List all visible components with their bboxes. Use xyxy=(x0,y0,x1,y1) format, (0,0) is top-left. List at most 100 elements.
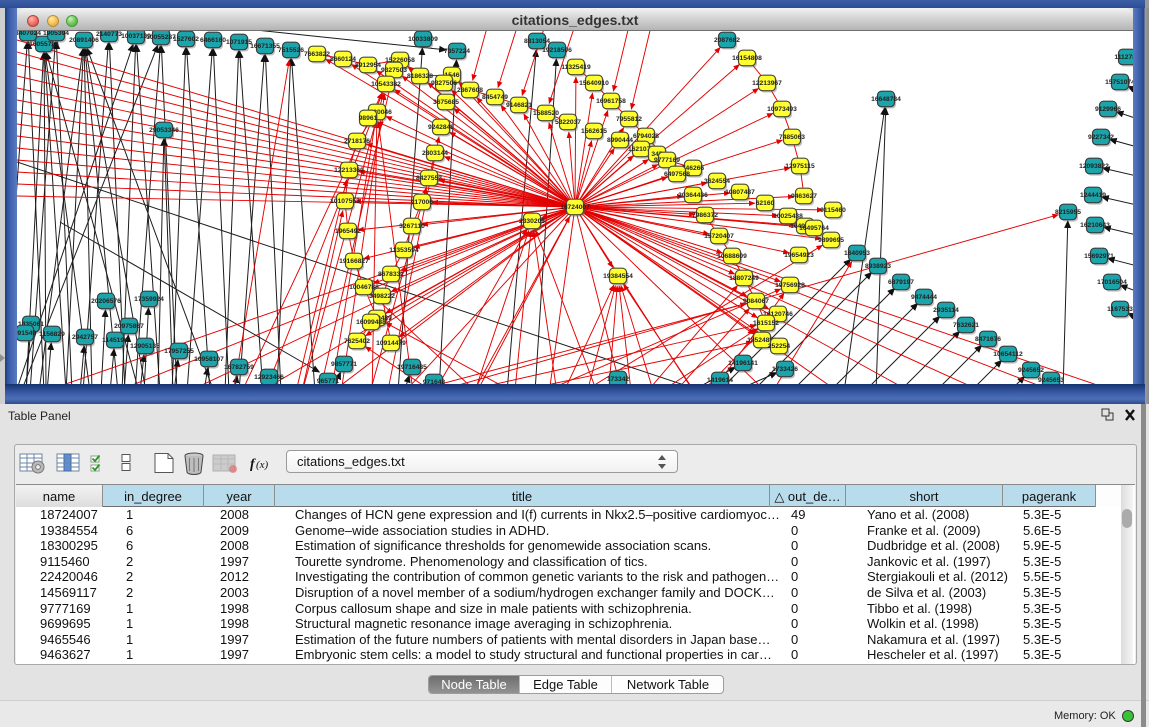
svg-text:8813054: 8813054 xyxy=(524,38,550,45)
svg-text:6497568: 6497568 xyxy=(664,171,690,178)
svg-text:15720407: 15720407 xyxy=(704,233,734,240)
svg-text:8660124: 8660124 xyxy=(330,56,356,63)
svg-text:3498222: 3498222 xyxy=(369,293,395,300)
svg-text:9245653: 9245653 xyxy=(1038,377,1064,384)
svg-text:252254: 252254 xyxy=(768,343,791,350)
svg-text:1905394: 1905394 xyxy=(43,31,69,37)
svg-text:3624554: 3624554 xyxy=(704,178,730,185)
svg-text:391549: 391549 xyxy=(17,330,36,337)
svg-text:3675685: 3675685 xyxy=(433,99,459,106)
svg-text:16782759: 16782759 xyxy=(224,364,254,371)
svg-text:10914479: 10914479 xyxy=(376,340,406,347)
svg-text:2803144: 2803144 xyxy=(422,150,448,157)
svg-text:9899695: 9899695 xyxy=(818,237,844,244)
svg-text:117006: 117006 xyxy=(411,199,433,206)
svg-text:1965492: 1965492 xyxy=(335,228,361,235)
svg-text:12905135: 12905135 xyxy=(130,343,160,350)
svg-text:10973493: 10973493 xyxy=(767,106,797,113)
svg-text:19716485: 19716485 xyxy=(397,364,427,371)
svg-text:14196141: 14196141 xyxy=(728,360,758,367)
svg-text:18724007: 18724007 xyxy=(560,204,590,211)
svg-text:1615152: 1615152 xyxy=(753,320,779,327)
svg-text:7986372: 7986372 xyxy=(692,212,718,219)
svg-text:5322037: 5322037 xyxy=(555,119,581,126)
svg-text:16648784: 16648784 xyxy=(871,96,901,103)
svg-text:2140773: 2140773 xyxy=(96,31,122,38)
svg-text:9084067: 9084067 xyxy=(743,298,769,305)
svg-text:2330205: 2330205 xyxy=(519,218,545,225)
svg-text:8454749: 8454749 xyxy=(482,94,508,101)
svg-text:16154808: 16154808 xyxy=(732,55,762,62)
svg-text:17359924: 17359924 xyxy=(134,296,164,303)
svg-text:1112782: 1112782 xyxy=(1114,54,1133,61)
svg-text:2718176: 2718176 xyxy=(344,138,370,145)
svg-text:10688609: 10688609 xyxy=(717,253,747,260)
svg-text:8471676: 8471676 xyxy=(975,336,1001,343)
svg-text:3267110: 3267110 xyxy=(399,223,425,230)
svg-text:12923466: 12923466 xyxy=(254,374,284,381)
svg-text:9227342: 9227342 xyxy=(1088,134,1114,141)
svg-text:7632621: 7632621 xyxy=(953,322,979,329)
svg-text:1145194: 1145194 xyxy=(102,337,128,344)
svg-text:9242848: 9242848 xyxy=(428,124,454,131)
svg-text:17957255: 17957255 xyxy=(164,348,194,355)
svg-text:18807249: 18807249 xyxy=(729,275,759,282)
svg-text:9115460: 9115460 xyxy=(820,207,846,214)
svg-text:2942757: 2942757 xyxy=(72,334,98,341)
svg-text:10654112: 10654112 xyxy=(993,351,1023,358)
svg-text:98961: 98961 xyxy=(359,115,378,122)
svg-text:16671355: 16671355 xyxy=(250,43,280,50)
svg-text:8912954: 8912954 xyxy=(355,62,381,69)
svg-text:1419614: 1419614 xyxy=(707,377,733,384)
svg-text:12213369: 12213369 xyxy=(334,167,364,174)
svg-text:11353594: 11353594 xyxy=(389,247,419,254)
svg-text:12975115: 12975115 xyxy=(785,163,815,170)
svg-text:15692971: 15692971 xyxy=(1084,253,1114,260)
svg-text:8215955: 8215955 xyxy=(1055,209,1081,216)
svg-text:9474444: 9474444 xyxy=(911,294,937,301)
svg-text:20364436: 20364436 xyxy=(678,192,708,199)
svg-text:1071915: 1071915 xyxy=(226,39,252,46)
svg-text:1244419: 1244419 xyxy=(1080,192,1106,199)
svg-text:7357224: 7357224 xyxy=(444,48,470,55)
svg-text:7485063: 7485063 xyxy=(779,134,805,141)
svg-text:6466160: 6466160 xyxy=(200,37,226,44)
svg-text:19384554: 19384554 xyxy=(603,273,633,280)
svg-text:1167533: 1167533 xyxy=(1107,306,1133,313)
svg-text:20206576: 20206576 xyxy=(91,298,121,305)
svg-text:971648: 971648 xyxy=(423,379,446,384)
svg-text:9327506: 9327506 xyxy=(431,80,457,87)
svg-text:17016504: 17016504 xyxy=(1097,279,1127,286)
svg-text:2935114: 2935114 xyxy=(933,307,959,314)
svg-text:9245652: 9245652 xyxy=(1018,367,1044,374)
svg-text:11325419: 11325419 xyxy=(561,64,591,71)
svg-text:9777169: 9777169 xyxy=(654,157,680,164)
svg-text:20975867: 20975867 xyxy=(114,323,144,330)
svg-text:9463627: 9463627 xyxy=(791,193,817,200)
svg-text:10033809: 10033809 xyxy=(408,36,438,43)
svg-text:10107553: 10107553 xyxy=(330,198,360,205)
svg-text:1527602: 1527602 xyxy=(173,36,199,43)
svg-text:10958107: 10958107 xyxy=(194,356,224,363)
svg-text:1588520: 1588520 xyxy=(533,110,559,117)
svg-text:8186328: 8186328 xyxy=(407,73,433,80)
svg-text:19654923: 19654923 xyxy=(784,252,814,259)
svg-text:9327503: 9327503 xyxy=(381,67,407,74)
svg-text:10543382: 10543382 xyxy=(371,81,401,88)
svg-text:16210643: 16210643 xyxy=(1080,222,1110,229)
svg-text:15751074: 15751074 xyxy=(1105,79,1133,86)
svg-text:9857771: 9857771 xyxy=(331,361,357,368)
svg-text:12213967: 12213967 xyxy=(752,80,782,87)
svg-text:16961758: 16961758 xyxy=(596,98,626,105)
svg-text:6794028: 6794028 xyxy=(633,133,659,140)
svg-text:2867608: 2867608 xyxy=(457,87,483,94)
svg-text:8938923: 8938923 xyxy=(865,263,891,270)
svg-text:19218506: 19218506 xyxy=(542,47,572,54)
svg-text:7955812: 7955812 xyxy=(616,116,642,123)
svg-text:(x): (x) xyxy=(256,459,269,471)
svg-text:9129966: 9129966 xyxy=(1095,106,1121,113)
svg-text:19166827: 19166827 xyxy=(339,258,369,265)
svg-text:62160: 62160 xyxy=(756,200,775,207)
svg-text:8678332: 8678332 xyxy=(378,271,404,278)
svg-text:9146821: 9146821 xyxy=(506,102,532,109)
